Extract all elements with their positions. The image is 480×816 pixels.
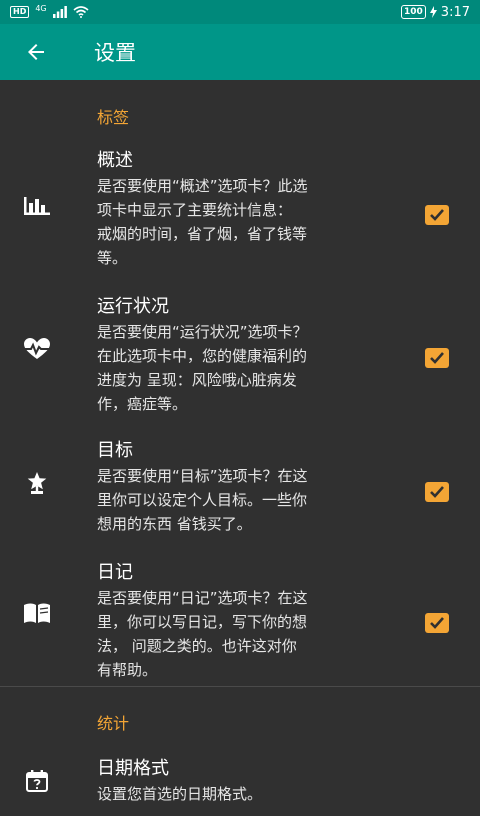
pref-title: 概述: [97, 150, 133, 171]
trophy-star-icon: [22, 468, 52, 498]
pref-title: 目标: [97, 440, 133, 461]
summary-line: 戒烟的时间，省了烟，省了钱等: [97, 225, 308, 243]
summary-line: 进度为 呈现：风险哦心脏病发: [97, 371, 297, 389]
check-icon: [430, 486, 444, 498]
wifi-icon: [73, 6, 89, 18]
section-header-stats: 统计: [97, 714, 130, 733]
summary-line: 作，癌症等。: [97, 395, 188, 413]
back-button[interactable]: [8, 24, 64, 80]
hd-badge: HD: [10, 6, 30, 18]
calendar-question-icon: [22, 766, 52, 796]
summary-line: 里你可以设定个人目标。一些你: [97, 491, 308, 509]
pref-diary-text: 日记 是否要使用“日记”选项卡？在这 里，你可以写日记，写下你的想 法， 问题之…: [97, 560, 407, 682]
summary-line: 是否要使用“日记”选项卡？在这: [97, 589, 308, 607]
bar-chart-icon: [22, 190, 52, 220]
pref-summary: 是否要使用“概述”选项卡？此选 项卡中显示了主要统计信息： 戒烟的时间，省了烟，…: [97, 174, 407, 270]
pref-title: 日记: [97, 562, 133, 583]
status-time: 3:17: [440, 4, 470, 20]
pref-overview-text: 概述 是否要使用“概述”选项卡？此选 项卡中显示了主要统计信息： 戒烟的时间，省…: [97, 148, 407, 270]
app-bar: 设置: [0, 24, 480, 80]
overview-checkbox[interactable]: [425, 205, 449, 225]
summary-line: 项卡中显示了主要统计信息：: [97, 201, 293, 219]
signal-icon: [52, 6, 67, 18]
pref-diary[interactable]: 日记 是否要使用“日记”选项卡？在这 里，你可以写日记，写下你的想 法， 问题之…: [0, 560, 480, 680]
pref-summary: 是否要使用“运行状况”选项卡？ 在此选项卡中，您的健康福利的 进度为 呈现：风险…: [97, 320, 407, 416]
status-right: 100 3:17: [401, 5, 470, 20]
pref-health[interactable]: 运行状况 是否要使用“运行状况”选项卡？ 在此选项卡中，您的健康福利的 进度为 …: [0, 294, 480, 414]
charging-icon: [429, 6, 437, 18]
pref-summary: 是否要使用“目标”选项卡？在这 里你可以设定个人目标。一些你 想用的东西 省钱买…: [97, 464, 407, 536]
network-type: 4G: [35, 3, 47, 13]
summary-line: 法， 问题之类的。也许这对你: [97, 637, 297, 655]
pref-summary: 设置您首选的日期格式。: [97, 782, 407, 806]
pref-title: 日期格式: [97, 758, 169, 779]
arrow-back-icon: [28, 44, 44, 60]
summary-line: 想用的东西 省钱买了。: [97, 515, 252, 533]
summary-line: 里，你可以写日记，写下你的想: [97, 613, 308, 631]
pref-goals[interactable]: 目标 是否要使用“目标”选项卡？在这 里你可以设定个人目标。一些你 想用的东西 …: [0, 438, 480, 534]
pref-summary: 是否要使用“日记”选项卡？在这 里，你可以写日记，写下你的想 法， 问题之类的。…: [97, 586, 407, 682]
pref-date-format-text: 日期格式 设置您首选的日期格式。: [97, 756, 407, 806]
goals-checkbox[interactable]: [425, 482, 449, 502]
summary-line: 等。: [97, 249, 128, 267]
summary-line: 在此选项卡中，您的健康福利的: [97, 347, 308, 365]
pref-overview[interactable]: 概述 是否要使用“概述”选项卡？此选 项卡中显示了主要统计信息： 戒烟的时间，省…: [0, 148, 480, 268]
check-icon: [430, 617, 444, 629]
page-title: 设置: [94, 41, 136, 65]
summary-line: 有帮助。: [97, 661, 158, 679]
status-bar: HD 4G 100 3:17: [0, 0, 480, 24]
section-divider: [0, 686, 480, 687]
pref-health-text: 运行状况 是否要使用“运行状况”选项卡？ 在此选项卡中，您的健康福利的 进度为 …: [97, 294, 407, 416]
section-header-tabs: 标签: [97, 108, 130, 127]
check-icon: [430, 352, 444, 364]
diary-checkbox[interactable]: [425, 613, 449, 633]
open-book-icon: [22, 598, 52, 628]
pref-title: 运行状况: [97, 296, 169, 317]
summary-line: 设置您首选的日期格式。: [97, 785, 263, 803]
summary-line: 是否要使用“目标”选项卡？在这: [97, 467, 308, 485]
summary-line: 是否要使用“运行状况”选项卡？: [97, 323, 308, 341]
heart-pulse-icon: [22, 334, 52, 364]
pref-goals-text: 目标 是否要使用“目标”选项卡？在这 里你可以设定个人目标。一些你 想用的东西 …: [97, 438, 407, 536]
check-icon: [430, 209, 444, 221]
pref-date-format[interactable]: 日期格式 设置您首选的日期格式。: [0, 756, 480, 816]
battery-icon: 100: [401, 5, 426, 19]
summary-line: 是否要使用“概述”选项卡？此选: [97, 177, 308, 195]
status-left: HD 4G: [10, 3, 89, 18]
health-checkbox[interactable]: [425, 348, 449, 368]
